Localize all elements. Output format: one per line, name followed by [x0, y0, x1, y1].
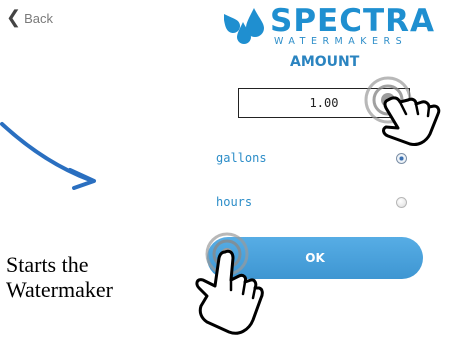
spectra-logo: SPECTRA WATERMAKERS — [224, 3, 434, 48]
chevron-left-icon: ❮ — [6, 7, 22, 27]
option-hours-label[interactable]: hours — [216, 195, 252, 209]
annotation-line1: Starts the — [6, 252, 89, 277]
amount-title: AMOUNT — [290, 54, 360, 70]
back-button[interactable]: ❮ Back — [6, 7, 53, 27]
annotation-text: Starts the Watermaker — [6, 252, 176, 312]
logo-subtitle: WATERMAKERS — [274, 36, 408, 47]
logo-wordmark: SPECTRA — [270, 3, 435, 39]
tap-hand-icon — [195, 232, 264, 335]
option-gallons-radio[interactable] — [396, 153, 407, 164]
annotation-line2: Watermaker — [6, 277, 113, 302]
logo-drops-icon — [224, 8, 264, 44]
tap-hand-icon — [364, 76, 441, 146]
option-hours-radio[interactable] — [396, 197, 407, 208]
back-label: Back — [24, 10, 53, 26]
option-gallons-label[interactable]: gallons — [216, 151, 267, 165]
annotation-arrow-icon — [0, 122, 96, 190]
